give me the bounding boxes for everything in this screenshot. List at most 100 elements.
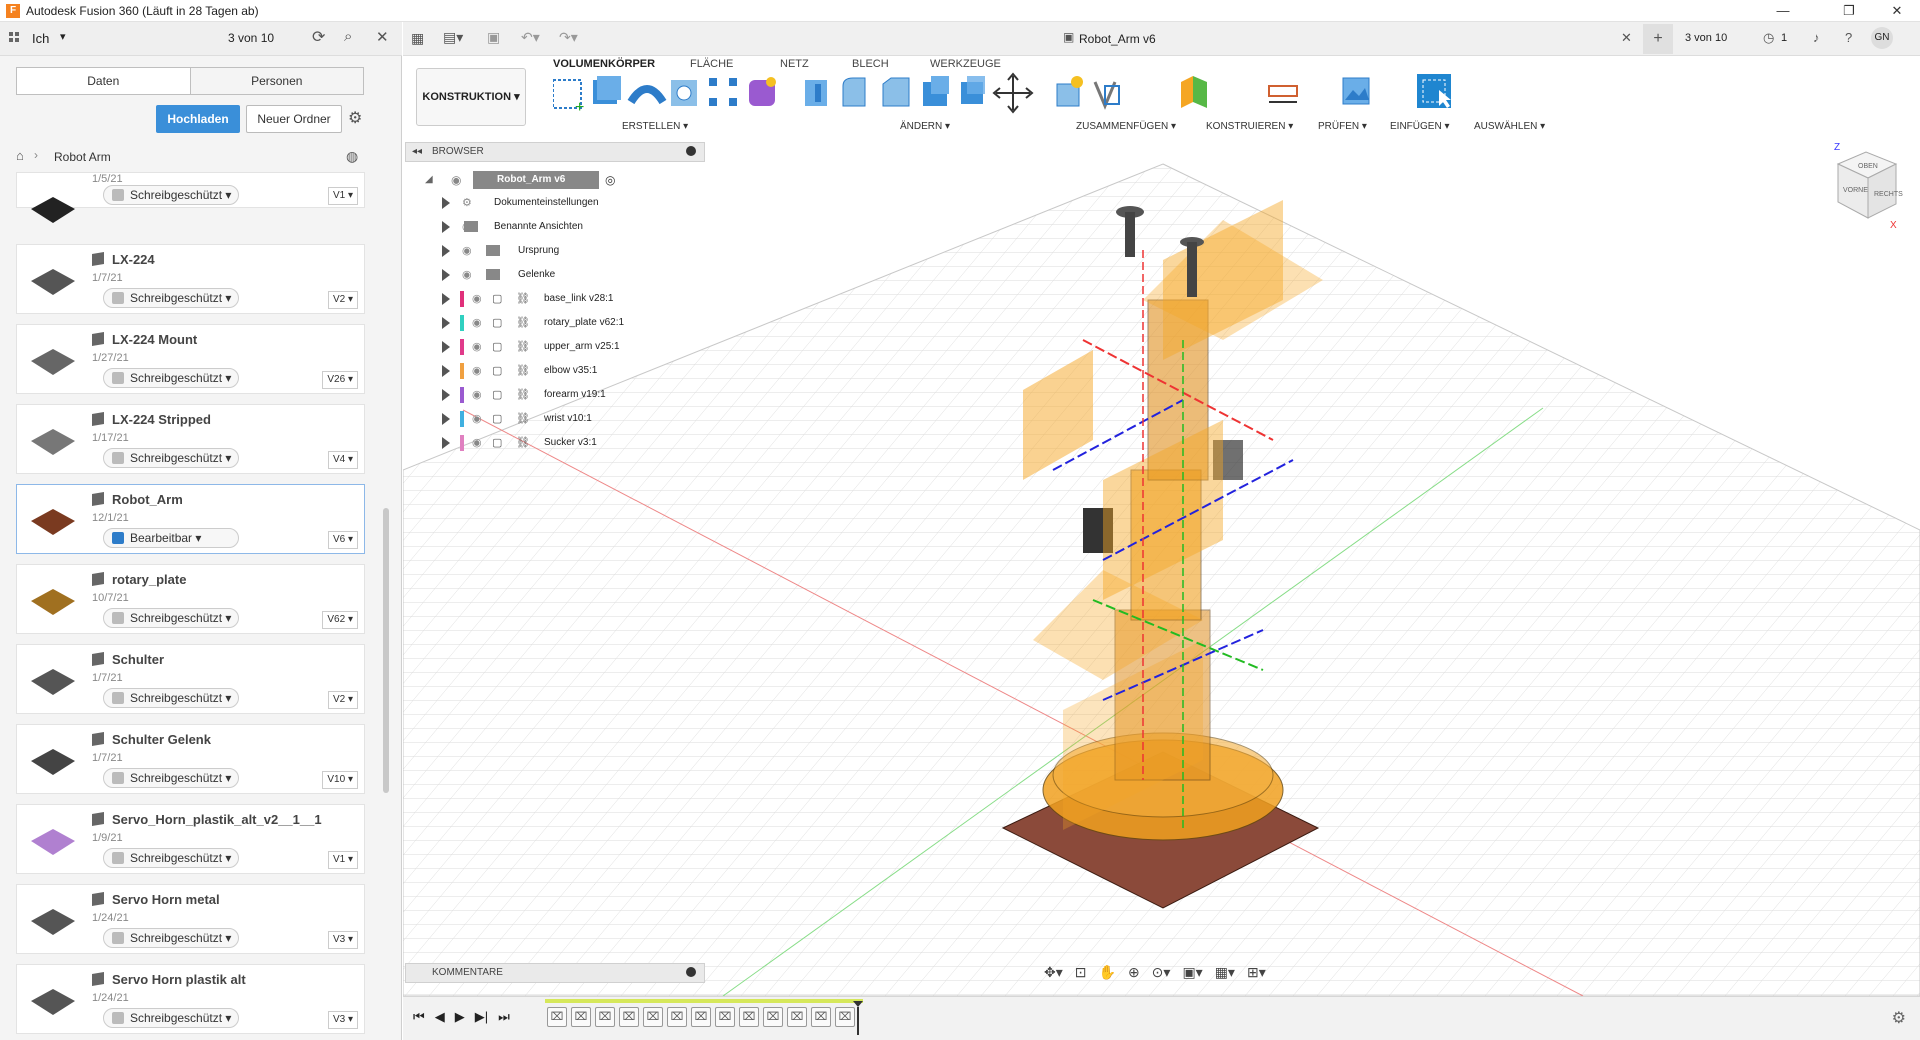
- globe-icon[interactable]: ◍: [346, 148, 358, 165]
- eye-icon[interactable]: ◉: [472, 434, 482, 452]
- file-name[interactable]: LX-224 Stripped: [112, 412, 211, 427]
- play-icon[interactable]: ▶: [455, 1009, 465, 1025]
- file-name[interactable]: Schulter: [112, 652, 164, 667]
- timeline-feature-icon[interactable]: ⌧: [739, 1007, 759, 1027]
- file-name[interactable]: Servo Horn plastik alt: [112, 972, 246, 987]
- go-to-start-icon[interactable]: ⏮: [413, 1009, 425, 1025]
- file-status[interactable]: Schreibgeschützt ▾: [103, 768, 239, 788]
- expand-icon[interactable]: [442, 317, 450, 329]
- link-icon[interactable]: ⛓: [516, 386, 530, 404]
- step-back-icon[interactable]: ◀: [435, 1009, 445, 1025]
- browser-node[interactable]: ⚙ Dokumenteinstellungen: [438, 194, 698, 212]
- ribbon-group-5[interactable]: EINFÜGEN ▾: [1390, 121, 1449, 132]
- file-status[interactable]: Schreibgeschützt ▾: [103, 288, 239, 308]
- timeline-feature-icon[interactable]: ⌧: [667, 1007, 687, 1027]
- root-component-label[interactable]: Robot_Arm v6: [473, 171, 599, 189]
- browser-node[interactable]: ◉ Gelenke: [438, 266, 698, 284]
- ribbon-group-3[interactable]: KONSTRUIEREN ▾: [1206, 121, 1293, 132]
- comments-panel[interactable]: KOMMENTARE: [405, 963, 705, 983]
- file-card[interactable]: 1/5/21 Schreibgeschützt ▾ V1 ▾: [16, 172, 365, 223]
- link-icon[interactable]: ⛓: [516, 338, 530, 356]
- expand-icon[interactable]: [442, 293, 450, 305]
- link-icon[interactable]: ⛓: [516, 362, 530, 380]
- workspace-switcher[interactable]: KONSTRUKTION ▾: [416, 68, 526, 126]
- expand-root-icon[interactable]: ◢: [425, 174, 433, 185]
- file-card[interactable]: LX-224 Stripped 1/17/21 Schreibgeschützt ▾…: [16, 404, 365, 474]
- pan-icon[interactable]: ✋: [1099, 964, 1116, 986]
- chevron-down-icon[interactable]: ▾: [60, 30, 66, 43]
- save-icon[interactable]: ▣: [487, 29, 500, 46]
- eye-icon[interactable]: ◉: [472, 362, 482, 380]
- file-card[interactable]: Schulter Gelenk 1/7/21 Schreibgeschützt ▾ V…: [16, 724, 365, 794]
- timeline-feature-icon[interactable]: ⌧: [619, 1007, 639, 1027]
- timeline-feature-icon[interactable]: ⌧: [643, 1007, 663, 1027]
- ribbon-tab[interactable]: FLÄCHE: [690, 58, 733, 70]
- browser-node[interactable]: ◉ ▢ ⛓ Sucker v3:1: [438, 434, 698, 452]
- timeline-feature-icon[interactable]: ⌧: [691, 1007, 711, 1027]
- file-card[interactable]: Servo_Horn_plastik_alt_v2__1__1 1/9/21 Sch…: [16, 804, 365, 874]
- expand-icon[interactable]: [442, 389, 450, 401]
- file-status[interactable]: Schreibgeschützt ▾: [103, 608, 239, 628]
- timeline-feature-icon[interactable]: ⌧: [595, 1007, 615, 1027]
- file-status[interactable]: Schreibgeschützt ▾: [103, 368, 239, 388]
- timeline-feature-icon[interactable]: ⌧: [571, 1007, 591, 1027]
- user-selector[interactable]: Ich: [32, 31, 49, 46]
- add-comment-icon[interactable]: [686, 967, 696, 977]
- eye-icon[interactable]: ◉: [451, 173, 461, 187]
- browser-node[interactable]: ◉ ▢ ⛓ wrist v10:1: [438, 410, 698, 428]
- new-folder-button[interactable]: Neuer Ordner: [246, 105, 342, 133]
- timeline-feature-icon[interactable]: ⌧: [547, 1007, 567, 1027]
- close-tab-icon[interactable]: ✕: [1621, 30, 1632, 46]
- expand-icon[interactable]: [442, 365, 450, 377]
- fit-icon[interactable]: ⊙▾: [1152, 964, 1171, 986]
- file-card[interactable]: Servo Horn plastik alt 1/24/21 Schreibgesc…: [16, 964, 365, 1034]
- version-badge[interactable]: V2 ▾: [327, 691, 358, 709]
- eye-icon[interactable]: ◉: [472, 338, 482, 356]
- file-status[interactable]: Bearbeitbar ▾: [103, 528, 239, 548]
- file-status[interactable]: Schreibgeschützt ▾: [103, 1008, 239, 1028]
- timeline-marker[interactable]: [853, 1001, 863, 1035]
- activate-radio-icon[interactable]: ◎: [605, 173, 615, 187]
- link-icon[interactable]: ⛓: [516, 434, 530, 452]
- file-card[interactable]: rotary_plate 10/7/21 Schreibgeschützt ▾ V62…: [16, 564, 365, 634]
- version-badge[interactable]: V4 ▾: [327, 451, 358, 469]
- hub-counter[interactable]: 3 von 10: [228, 31, 274, 45]
- link-icon[interactable]: ⛓: [516, 314, 530, 332]
- version-badge[interactable]: V1 ▾: [327, 851, 358, 869]
- ribbon-group-2[interactable]: ZUSAMMENFÜGEN ▾: [1076, 121, 1176, 132]
- tab-daten[interactable]: Daten: [17, 68, 190, 94]
- search-icon[interactable]: ⌕: [344, 28, 352, 45]
- go-to-end-icon[interactable]: ⏭: [498, 1009, 510, 1025]
- redo-icon[interactable]: ↷▾: [559, 29, 578, 46]
- version-badge[interactable]: V1 ▾: [327, 187, 358, 205]
- ribbon-tab[interactable]: VOLUMENKÖRPER: [553, 58, 655, 70]
- eye-icon[interactable]: ◉: [472, 290, 482, 308]
- version-badge[interactable]: V3 ▾: [327, 1011, 358, 1029]
- settings-gear-icon[interactable]: ⚙: [348, 108, 362, 128]
- step-forward-icon[interactable]: ▶|: [475, 1009, 488, 1025]
- grid-menu-icon[interactable]: [8, 31, 22, 45]
- version-badge[interactable]: V6 ▾: [327, 531, 358, 549]
- browser-node[interactable]: ◉ ▢ ⛓ rotary_plate v62:1: [438, 314, 698, 332]
- minimize-button[interactable]: —: [1760, 0, 1806, 22]
- expand-icon[interactable]: [442, 341, 450, 353]
- file-name[interactable]: rotary_plate: [112, 572, 186, 587]
- file-name[interactable]: Servo Horn metal: [112, 892, 220, 907]
- collapse-browser-icon[interactable]: ◂◂: [412, 143, 422, 161]
- close-button[interactable]: ✕: [1874, 0, 1920, 22]
- file-status[interactable]: Schreibgeschützt ▾: [103, 448, 239, 468]
- version-badge[interactable]: V62 ▾: [322, 611, 358, 629]
- file-status[interactable]: Schreibgeschützt ▾: [103, 185, 239, 205]
- timeline-feature-icon[interactable]: ⌧: [763, 1007, 783, 1027]
- version-badge[interactable]: V10 ▾: [322, 771, 358, 789]
- browser-node[interactable]: ◉Benannte Ansichten: [438, 218, 698, 236]
- ribbon-group-0[interactable]: ERSTELLEN ▾: [622, 121, 688, 132]
- orbit-icon[interactable]: ✥▾: [1044, 964, 1063, 986]
- eye-icon[interactable]: ◉: [462, 266, 472, 284]
- ribbon-group-6[interactable]: AUSWÄHLEN ▾: [1474, 121, 1545, 132]
- eye-icon[interactable]: ◉: [472, 314, 482, 332]
- scrollbar-thumb[interactable]: [383, 508, 389, 793]
- tab-personen[interactable]: Personen: [189, 68, 363, 94]
- ribbon-tab[interactable]: WERKZEUGE: [930, 58, 1001, 70]
- browser-header[interactable]: ◂◂ BROWSER: [405, 142, 705, 162]
